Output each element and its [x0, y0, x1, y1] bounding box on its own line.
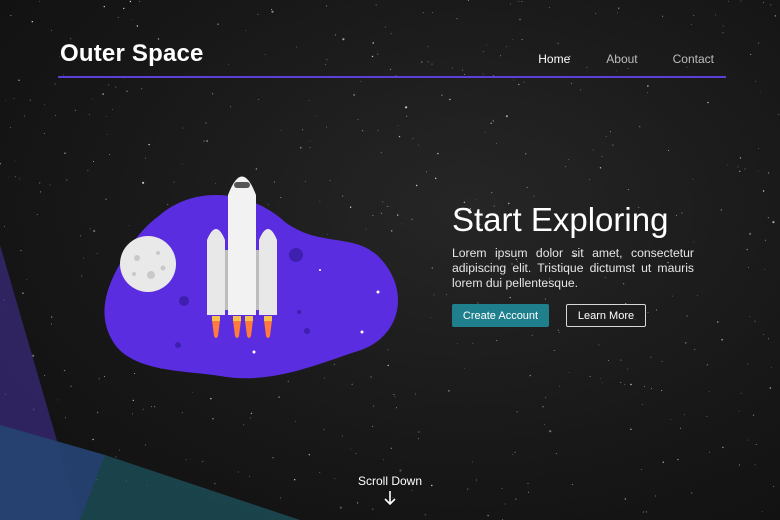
main-nav: Home About Contact [538, 52, 714, 66]
scroll-down-label: Scroll Down [357, 474, 423, 488]
create-account-button[interactable]: Create Account [452, 304, 549, 327]
hero-buttons: Create Account Learn More [452, 304, 694, 327]
nav-home-link[interactable]: Home [538, 52, 570, 66]
arrow-down-icon [384, 491, 396, 506]
hero-description: Lorem ipsum dolor sit amet, consectetur … [452, 246, 694, 290]
site-logo[interactable]: Outer Space [60, 40, 204, 68]
rocket-illustration [104, 176, 399, 379]
site-header: Outer Space Home About Contact [58, 34, 726, 78]
learn-more-button[interactable]: Learn More [566, 304, 646, 327]
nav-about-link[interactable]: About [606, 52, 637, 66]
scroll-down-link[interactable]: Scroll Down [340, 474, 440, 506]
hero-title: Start Exploring [452, 201, 669, 238]
moon-icon [120, 236, 176, 292]
nav-contact-link[interactable]: Contact [673, 52, 714, 66]
page: Outer Space Home About Contact Start Exp… [0, 0, 780, 520]
hero-section: Start Exploring Lorem ipsum dolor sit am… [452, 200, 694, 327]
